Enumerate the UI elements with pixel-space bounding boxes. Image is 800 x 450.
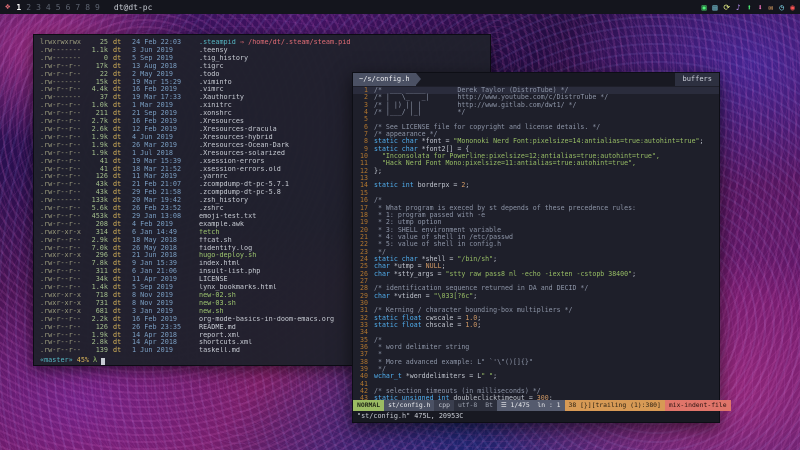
code-line: 4/* |___/ |_| */ <box>353 109 719 116</box>
network-down-icon[interactable]: ⬇ <box>758 3 763 12</box>
statusline-segment: mix-indent-file <box>665 400 731 411</box>
workspace-4[interactable]: 4 <box>46 3 51 12</box>
code-area[interactable]: 1/* ___ _____ Derek Taylor (DistroTube) … <box>353 86 719 400</box>
volume-icon[interactable]: ♪ <box>736 3 741 12</box>
workspace-9[interactable]: 9 <box>95 3 100 12</box>
workspace-3[interactable]: 3 <box>36 3 41 12</box>
power-icon[interactable]: ◉ <box>790 3 795 12</box>
memory-icon[interactable]: ▤ <box>713 3 718 12</box>
code-line: 22 * 5: value of shell in config.h <box>353 241 719 248</box>
command-line: "st/config.h" 475L, 20953C <box>353 411 719 422</box>
code-line: 36 * word delimiter string <box>353 344 719 351</box>
workspace-list: 123456789 <box>16 3 99 12</box>
statusline-segment: utf-8 <box>454 400 481 411</box>
workspace-7[interactable]: 7 <box>75 3 80 12</box>
statusline-segment: ☰ 1/475 ln : 1 <box>497 400 565 411</box>
code-line: 14static int borderpx = 2; <box>353 182 719 189</box>
code-line: 34 <box>353 329 719 336</box>
editor-window[interactable]: ~/s/config.h buffers 1/* ___ _____ Derek… <box>352 72 720 423</box>
clock-icon[interactable]: ◷ <box>779 3 784 12</box>
workspace-1[interactable]: 1 <box>16 3 21 12</box>
updates-icon[interactable]: ⟳ <box>723 3 730 12</box>
workspace-2[interactable]: 2 <box>26 3 31 12</box>
code-line: 26char *stty_args = "stty raw pass8 nl -… <box>353 271 719 278</box>
code-line: 33static float chscale = 1.0; <box>353 322 719 329</box>
desktop: ❖ 123456789 dt@dt-pc ▣▤⟳♪⬆⬇✉◷◉ lrwxrwxrw… <box>0 0 800 450</box>
code-line: 29char *vtiden = "\033[?6c"; <box>353 293 719 300</box>
git-branch-label: «master» <box>40 357 73 365</box>
mail-icon[interactable]: ✉ <box>769 3 774 12</box>
editor-tabline: ~/s/config.h buffers <box>353 73 719 86</box>
code-line: 11 "Hack Nerd Font Mono:pixelsize=11:ant… <box>353 160 719 167</box>
prompt-symbol: λ <box>93 357 97 365</box>
code-line: 15 <box>353 190 719 197</box>
statusline-right: cpputf-8Bt☰ 1/475 ln : 138 [}][trailing … <box>434 400 730 411</box>
buffer-tab[interactable]: ~/s/config.h <box>353 73 416 86</box>
statusline-segment: cpp <box>434 400 454 411</box>
statusline-segment: st/config.h <box>384 400 434 411</box>
workspace-5[interactable]: 5 <box>56 3 61 12</box>
terminal-cursor <box>101 358 105 365</box>
code-line: 12}; <box>353 168 719 175</box>
focused-window-title: dt@dt-pc <box>114 3 153 12</box>
prompt-percent: 45% <box>77 357 89 365</box>
tab-arrow-icon <box>416 73 421 85</box>
workspace-8[interactable]: 8 <box>85 3 90 12</box>
system-tray: ▣ ▤ ⟳ ♪ ⬆ ⬇ ✉ ◷ ◉ <box>702 3 795 12</box>
statusline-segment: Bt <box>481 400 497 411</box>
cpu-icon[interactable]: ▣ <box>702 3 707 12</box>
network-up-icon[interactable]: ⬆ <box>747 3 752 12</box>
top-bar: ❖ 123456789 dt@dt-pc ▣ ▤ ⟳ ♪ ⬆ ⬇ ✉ ◷ ◉ <box>0 0 800 14</box>
launcher-icon[interactable]: ❖ <box>5 2 10 12</box>
statusline-segment: NORMAL <box>353 400 384 411</box>
statusline-segment: 38 [}][trailing (1):380] <box>565 400 665 411</box>
statusline: NORMALst/config.h cpputf-8Bt☰ 1/475 ln :… <box>353 400 719 411</box>
code-line: 40wchar_t *worddelimiters = L" "; <box>353 373 719 380</box>
workspace-6[interactable]: 6 <box>66 3 71 12</box>
statusline-left: NORMALst/config.h <box>353 400 434 411</box>
buffers-label[interactable]: buffers <box>675 73 719 86</box>
code-line: 38 * More advanced example: L" `'\"()[]{… <box>353 359 719 366</box>
